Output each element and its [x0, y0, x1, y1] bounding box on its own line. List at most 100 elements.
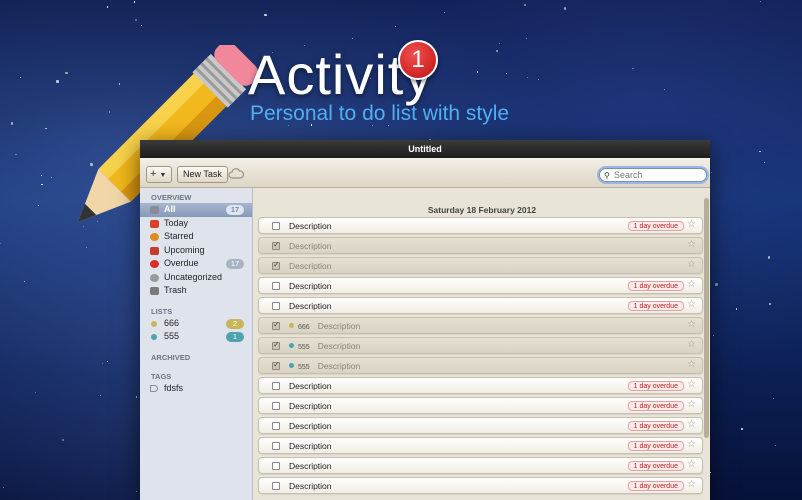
task-description: Description [289, 281, 332, 291]
task-description: Description [289, 481, 332, 491]
task-row[interactable]: 555 Description ☆ [258, 337, 703, 354]
add-menu-button[interactable]: + ▼ [146, 166, 172, 183]
task-row[interactable]: Description ☆ [258, 257, 703, 274]
star-dot [525, 38, 528, 40]
task-checkbox[interactable] [272, 382, 280, 390]
star-icon[interactable]: ☆ [687, 219, 696, 230]
sidebar-item-label: Uncategorized [164, 271, 223, 282]
task-checkbox[interactable] [272, 360, 280, 370]
search-field[interactable]: ⚲ Search [599, 168, 707, 182]
task-row[interactable]: 666 Description ☆ [258, 317, 703, 334]
star-dot [759, 0, 762, 3]
star-dot [476, 71, 478, 73]
task-row[interactable]: Description 1 day overdue ☆ [258, 377, 703, 394]
task-checkbox[interactable] [272, 340, 280, 350]
task-checkbox[interactable] [272, 222, 280, 230]
search-placeholder: Search [614, 170, 643, 180]
star-dot [715, 283, 718, 286]
sidebar-item-label: Starred [164, 231, 194, 241]
task-text-group: 555 Description [289, 361, 360, 371]
task-row[interactable]: Description 1 day overdue ☆ [258, 277, 703, 294]
sidebar-item-upcoming[interactable]: Upcoming [140, 244, 252, 258]
task-checkbox[interactable] [272, 422, 280, 430]
task-checkbox[interactable] [272, 482, 280, 490]
task-checkbox[interactable] [272, 462, 280, 470]
task-row[interactable]: Description ☆ [258, 237, 703, 254]
list-color-dot-icon [151, 320, 157, 327]
count-badge: 17 [226, 259, 244, 269]
scrollbar[interactable] [704, 198, 709, 438]
star-dot [774, 444, 776, 447]
task-list-name: 555 [298, 344, 310, 351]
star-dot [537, 78, 539, 80]
new-task-button[interactable]: New Task [177, 166, 228, 183]
star-icon[interactable]: ☆ [687, 359, 696, 370]
task-description: Description [289, 421, 332, 431]
star-dot [764, 161, 766, 163]
sidebar-item-overdue[interactable]: Overdue 17 [140, 257, 252, 271]
task-checkbox[interactable] [272, 302, 280, 310]
task-row[interactable]: Description 1 day overdue ☆ [258, 417, 703, 434]
trash-icon [150, 287, 159, 295]
star-icon[interactable]: ☆ [687, 439, 696, 450]
sidebar-list-item[interactable]: 666 2 [140, 317, 252, 331]
cloud-icon[interactable] [228, 167, 244, 181]
sidebar-item-starred[interactable]: Starred [140, 230, 252, 244]
sidebar-item-all[interactable]: All 17 [140, 203, 252, 217]
list-color-dot-icon [289, 363, 294, 368]
task-text-group: Description [289, 381, 332, 391]
sidebar-list-item[interactable]: 555 1 [140, 330, 252, 344]
star-icon[interactable]: ☆ [687, 379, 696, 390]
upcoming-icon [150, 246, 159, 255]
sidebar-tag-item[interactable]: fdsfs [140, 382, 252, 396]
task-row[interactable]: Description 1 day overdue ☆ [258, 457, 703, 474]
window-title: Untitled [140, 140, 710, 158]
star-dot [136, 490, 138, 493]
star-dot [100, 395, 102, 397]
star-icon[interactable]: ☆ [687, 299, 696, 310]
star-dot [61, 438, 65, 442]
star-dot [106, 6, 109, 8]
sidebar-item-label: Today [164, 217, 189, 228]
task-checkbox[interactable] [272, 442, 280, 450]
star-dot [759, 151, 761, 153]
task-row[interactable]: Description 1 day overdue ☆ [258, 437, 703, 454]
sidebar-item-label: Trash [164, 285, 187, 295]
task-row[interactable]: Description 1 day overdue ☆ [258, 477, 703, 494]
star-icon[interactable]: ☆ [687, 239, 696, 250]
sidebar-item-today[interactable]: Today [140, 217, 252, 231]
task-checkbox[interactable] [272, 402, 280, 410]
star-icon[interactable]: ☆ [687, 339, 696, 350]
star-dot [352, 37, 354, 39]
count-badge: 2 [226, 318, 244, 329]
star-icon[interactable]: ☆ [687, 419, 696, 430]
star-dot [136, 396, 138, 398]
task-checkbox[interactable] [272, 240, 280, 250]
star-icon[interactable]: ☆ [687, 279, 696, 290]
sidebar-item-trash[interactable]: Trash [140, 284, 252, 298]
star-icon[interactable]: ☆ [687, 399, 696, 410]
task-row[interactable]: Description 1 day overdue ☆ [258, 297, 703, 314]
task-checkbox[interactable] [272, 282, 280, 290]
task-checkbox[interactable] [272, 260, 280, 270]
sidebar-item-uncategorized[interactable]: Uncategorized [140, 271, 252, 285]
task-description: Description [289, 381, 332, 391]
task-text-group: Description [289, 281, 332, 291]
task-row[interactable]: Description 1 day overdue ☆ [258, 397, 703, 414]
calendar-icon [150, 219, 159, 228]
star-icon[interactable]: ☆ [687, 259, 696, 270]
task-row[interactable]: 555 Description ☆ [258, 357, 703, 374]
task-checkbox[interactable] [272, 320, 280, 330]
star-dot [769, 303, 771, 305]
overdue-badge: 1 day overdue [627, 461, 684, 471]
star-icon[interactable]: ☆ [687, 459, 696, 470]
overdue-badge: 1 day overdue [627, 381, 684, 391]
task-row[interactable]: Description 1 day overdue ☆ [258, 217, 703, 234]
task-text-group: Description [289, 401, 332, 411]
task-text-group: 555 Description [289, 341, 360, 351]
star-icon[interactable]: ☆ [687, 319, 696, 330]
star-dot [563, 7, 567, 10]
star-dot [506, 72, 508, 75]
task-description: Description [317, 321, 361, 331]
star-icon[interactable]: ☆ [687, 479, 696, 490]
